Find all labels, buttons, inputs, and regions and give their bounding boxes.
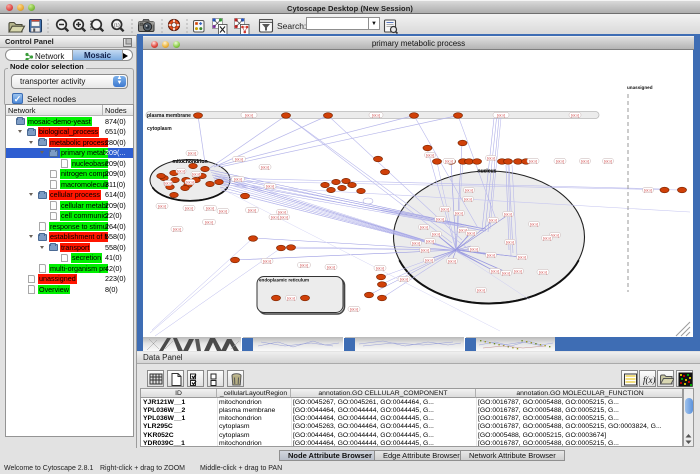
svg-text:[xx:x]: [xx:x] [426,153,434,157]
svg-text:unassigned: unassigned [627,85,653,90]
svg-text:[xx:x]: [xx:x] [432,232,440,236]
svg-text:[xx:x]: [xx:x] [539,270,547,274]
svg-text:[xx:x]: [xx:x] [278,210,286,214]
svg-text:[xx:x]: [xx:x] [164,181,172,185]
svg-text:[xx:x]: [xx:x] [489,218,497,222]
svg-text:[xx:x]: [xx:x] [420,225,428,229]
svg-text:[xx:x]: [xx:x] [245,113,253,117]
svg-text:[xx:x]: [xx:x] [502,271,510,275]
svg-text:[xx:x]: [xx:x] [185,206,193,210]
svg-text:[xx:x]: [xx:x] [327,265,335,269]
svg-text:[xx:x]: [xx:x] [158,204,166,208]
svg-text:[xx:x]: [xx:x] [206,206,214,210]
svg-text:[xx:x]: [xx:x] [261,165,269,169]
svg-text:[xx:x]: [xx:x] [441,207,449,211]
svg-text:[xx:x]: [xx:x] [543,236,551,240]
svg-text:[xx:x]: [xx:x] [491,269,499,273]
svg-text:[xx:x]: [xx:x] [400,277,408,281]
svg-text:[xx:x]: [xx:x] [205,220,213,224]
svg-text:[xx:x]: [xx:x] [186,180,194,184]
svg-text:[xx:x]: [xx:x] [465,188,473,192]
svg-text:[xx:x]: [xx:x] [514,269,522,273]
svg-text:[xx:x]: [xx:x] [412,241,420,245]
svg-text:[xx:x]: [xx:x] [604,159,612,163]
svg-text:[xx:x]: [xx:x] [464,197,472,201]
svg-text:[xx:x]: [xx:x] [445,159,453,163]
svg-text:[xx:x]: [xx:x] [235,157,243,161]
svg-text:mitochondrion: mitochondrion [173,159,208,165]
svg-text:[xx:x]: [xx:x] [376,266,384,270]
svg-text:[xx:x]: [xx:x] [248,208,256,212]
svg-text:[xx:x]: [xx:x] [467,231,475,235]
svg-text:nucleus: nucleus [478,169,497,175]
svg-text:[xx:x]: [xx:x] [372,113,380,117]
svg-text:[xx:x]: [xx:x] [177,169,185,173]
svg-text:[xx:x]: [xx:x] [530,222,538,226]
svg-text:[xx:x]: [xx:x] [556,159,564,163]
svg-text:[xx:x]: [xx:x] [280,215,288,219]
svg-text:[xx:x]: [xx:x] [487,253,495,257]
svg-text:[xx:x]: [xx:x] [219,209,227,213]
svg-text:[xx:x]: [xx:x] [300,263,308,267]
svg-text:endoplasmic reticulum: endoplasmic reticulum [259,278,309,283]
svg-text:[xx:x]: [xx:x] [506,240,514,244]
svg-text:[xx:x]: [xx:x] [425,258,433,262]
svg-text:(1): (1) [114,22,120,27]
svg-text:[xx:x]: [xx:x] [504,212,512,216]
svg-text:[xx:x]: [xx:x] [188,151,196,155]
svg-text:f(x): f(x) [643,375,656,385]
svg-text:[xx:x]: [xx:x] [266,184,274,188]
svg-text:[xx:x]: [xx:x] [448,259,456,263]
svg-text:[xx:x]: [xx:x] [571,113,579,117]
svg-text:[xx:x]: [xx:x] [263,259,271,263]
svg-text:[xx:x]: [xx:x] [518,255,526,259]
svg-text:[xx:x]: [xx:x] [234,177,242,181]
svg-text:[xx:x]: [xx:x] [192,172,200,176]
svg-text:[xx:x]: [xx:x] [271,215,279,219]
svg-text:[xx:x]: [xx:x] [455,211,463,215]
svg-text:[xx:x]: [xx:x] [487,156,495,160]
svg-text:[xx:x]: [xx:x] [173,227,181,231]
svg-text:[xx:x]: [xx:x] [350,307,358,311]
svg-text:plasma membrane: plasma membrane [147,113,191,119]
svg-text:[xx:x]: [xx:x] [287,296,295,300]
svg-text:[xx:x]: [xx:x] [426,239,434,243]
svg-text:[xx:x]: [xx:x] [581,159,589,163]
svg-text:[xx:x]: [xx:x] [644,188,652,192]
svg-text:[xx:x]: [xx:x] [470,247,478,251]
svg-text:[xx:x]: [xx:x] [477,288,485,292]
svg-text:cytoplasm: cytoplasm [147,126,172,132]
svg-text:[xx:x]: [xx:x] [421,248,429,252]
svg-text:[xx:x]: [xx:x] [497,113,505,117]
svg-text:[xx:x]: [xx:x] [529,159,537,163]
svg-text:[xx:x]: [xx:x] [436,217,444,221]
